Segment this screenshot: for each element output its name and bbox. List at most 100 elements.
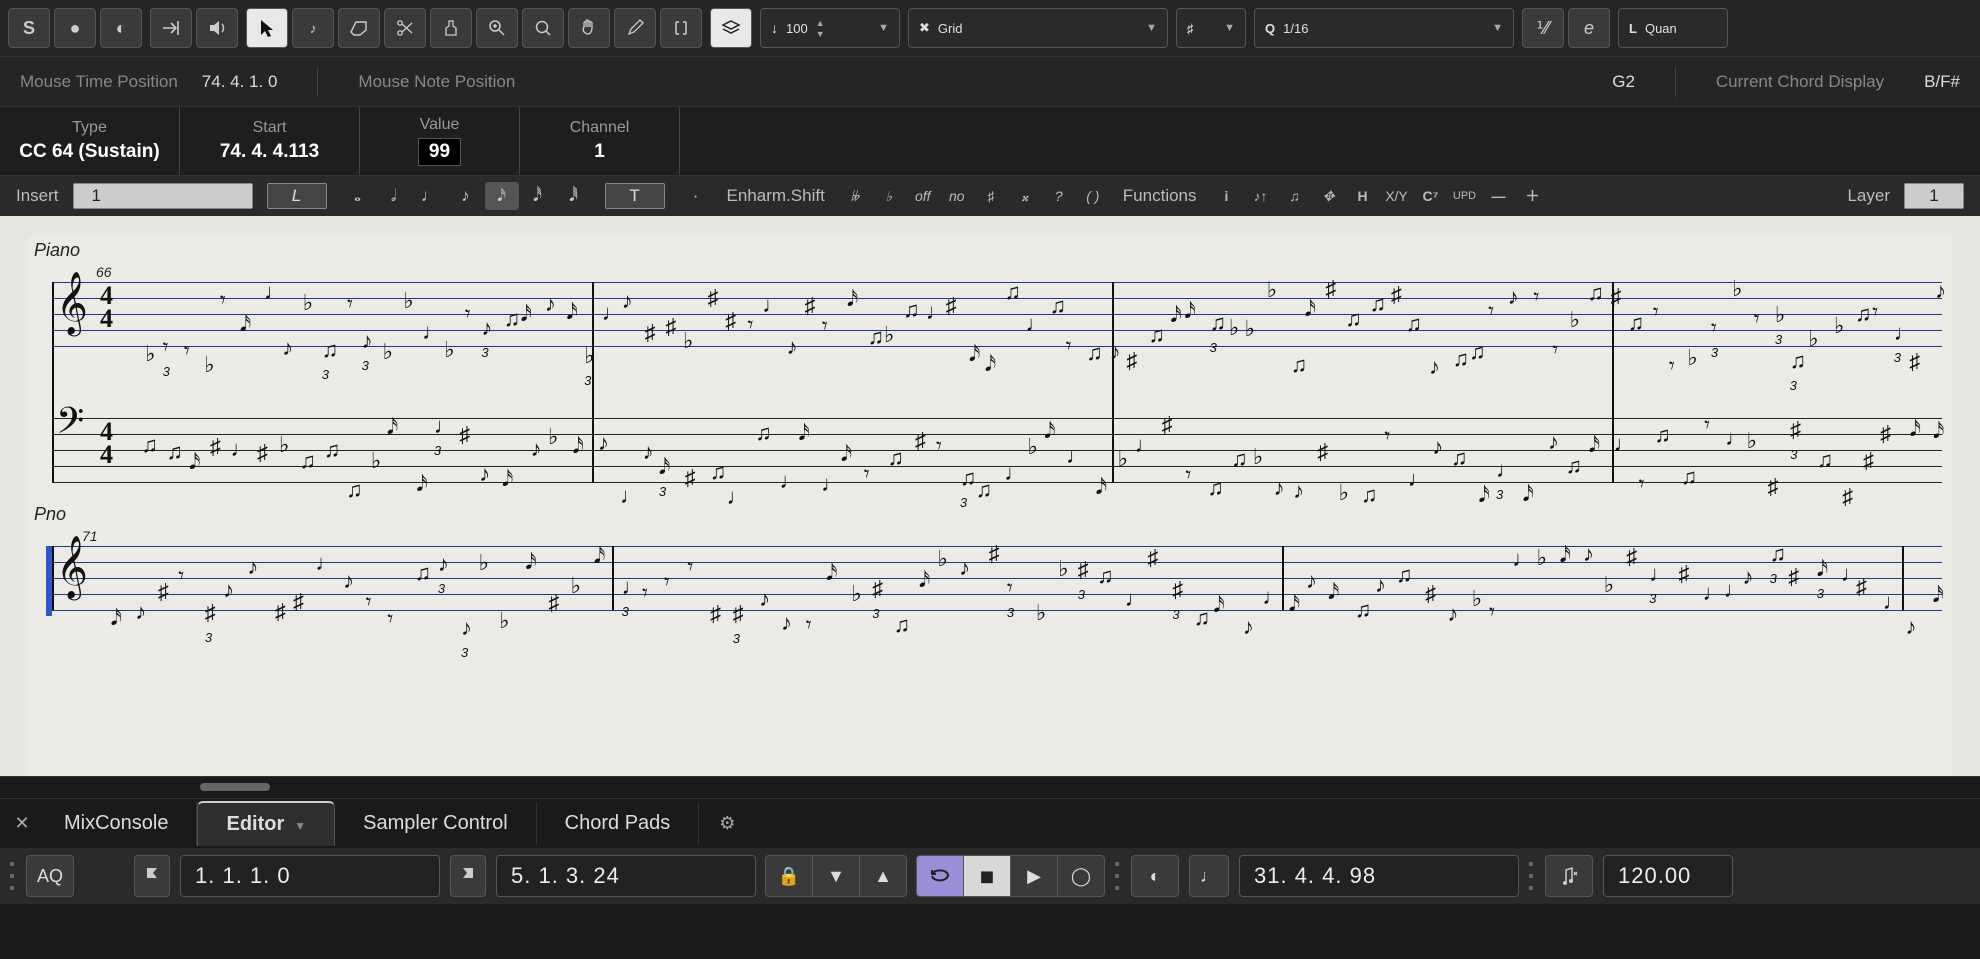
insert-velocity[interactable]: ↓ 100 ▲▼ ▼	[760, 8, 900, 48]
note-glyph[interactable]: ♫	[141, 432, 158, 458]
note-glyph[interactable]: ♩	[622, 574, 644, 600]
note-glyph[interactable]: 𝄾	[1754, 306, 1760, 332]
note-glyph[interactable]: ♫	[1361, 482, 1378, 508]
note-glyph[interactable]: ♯	[946, 293, 957, 319]
auto-scroll-button[interactable]	[150, 8, 192, 48]
note-glyph[interactable]: 𝄾	[642, 580, 648, 606]
note-glyph[interactable]: 𝅘𝅥𝅯	[1305, 296, 1316, 322]
note-glyph[interactable]: ♪	[622, 288, 633, 314]
note-glyph[interactable]: 𝅘𝅥𝅯	[572, 433, 583, 459]
note-glyph[interactable]: ♩	[1894, 320, 1916, 346]
note-glyph[interactable]: ♯	[915, 428, 926, 454]
note-glyph[interactable]: ♯	[710, 601, 721, 627]
note-glyph[interactable]: ♩	[779, 468, 801, 494]
note-glyph[interactable]: ♭	[1570, 307, 1580, 333]
note-glyph[interactable]: ♭	[1245, 316, 1255, 342]
note-glyph[interactable]: ♫	[1406, 311, 1423, 337]
stop-button[interactable]: ◼	[963, 855, 1011, 897]
note-glyph[interactable]: ♫	[299, 448, 316, 474]
note-glyph[interactable]: 𝄾	[1066, 333, 1072, 359]
note-glyph[interactable]: ♫	[960, 465, 977, 491]
note-glyph[interactable]: ♭	[1537, 545, 1547, 571]
note-glyph[interactable]: ♯	[1790, 417, 1801, 443]
note-glyph[interactable]: ♫	[1086, 340, 1103, 366]
tab-mixconsole[interactable]: MixConsole	[36, 802, 197, 845]
note-glyph[interactable]: ♩	[315, 550, 337, 576]
play-button[interactable]: ▶	[1010, 855, 1058, 897]
note-glyph[interactable]: ♭	[1267, 277, 1277, 303]
note-glyph[interactable]: ♭	[499, 608, 509, 634]
note-glyph[interactable]: ♭	[1732, 276, 1742, 302]
note-glyph[interactable]: 𝄾	[347, 291, 353, 317]
note-glyph[interactable]: ♯	[1391, 282, 1402, 308]
note-glyph[interactable]: 𝅘𝅥𝅯	[826, 560, 837, 586]
note-glyph[interactable]: ♯	[872, 576, 883, 602]
note-glyph[interactable]: ♩	[1408, 466, 1430, 492]
quantize-preset[interactable]: Q 1/16 ▼	[1254, 8, 1514, 48]
note-glyph[interactable]: ♫	[1790, 348, 1807, 374]
note-glyph[interactable]: ♪	[1110, 339, 1121, 365]
note-glyph[interactable]: 𝄾	[178, 563, 184, 589]
note-glyph[interactable]: ♫	[1654, 422, 1671, 448]
note-glyph[interactable]: ♪	[479, 461, 490, 487]
note-glyph[interactable]: ♫	[1817, 447, 1834, 473]
note-glyph[interactable]: ♫	[1231, 446, 1248, 472]
note-glyph[interactable]: ♯	[1768, 474, 1779, 500]
note-glyph[interactable]: ♪	[1583, 541, 1594, 567]
note-glyph[interactable]: 𝅘𝅥𝅯	[919, 567, 930, 593]
layer-toggle[interactable]	[710, 8, 752, 48]
tuplet-button[interactable]: T	[605, 183, 665, 209]
note-glyph[interactable]: ♯	[645, 320, 656, 346]
note-glyph[interactable]: ♫	[167, 439, 184, 465]
note-glyph[interactable]: 𝄾	[387, 606, 393, 632]
note-glyph[interactable]: ♭	[303, 290, 313, 316]
eighth-note[interactable]: ♪	[449, 182, 483, 210]
fn-hide[interactable]: H	[1347, 183, 1379, 209]
note-glyph[interactable]: ♭	[279, 432, 289, 458]
note-glyph[interactable]: 𝅘𝅥𝅯	[189, 449, 200, 475]
note-glyph[interactable]: 𝄾	[1653, 299, 1659, 325]
fn-upd[interactable]: UPD	[1449, 183, 1481, 209]
note-glyph[interactable]: ♪	[598, 430, 609, 456]
channel-value[interactable]: 1	[534, 141, 665, 163]
fn-group-icon[interactable]: ♫	[1279, 183, 1311, 209]
tab-chord-pads[interactable]: Chord Pads	[537, 802, 700, 845]
note-glyph[interactable]: ♪	[438, 551, 449, 577]
record-button[interactable]: ●	[54, 8, 96, 48]
note-glyph[interactable]: ♯	[1325, 276, 1336, 302]
note-glyph[interactable]: ♪	[1293, 478, 1304, 504]
note-glyph[interactable]: ♩	[1703, 580, 1725, 606]
note-glyph[interactable]: ♪	[759, 586, 770, 612]
acoustic-feedback-button[interactable]	[196, 8, 238, 48]
note-glyph[interactable]: ♪	[481, 315, 492, 341]
note-glyph[interactable]: ♫	[1370, 291, 1387, 317]
note-glyph[interactable]: ♪	[545, 291, 556, 317]
iterative-quantize-button[interactable]: ⅟⁄	[1522, 8, 1564, 48]
retrospective-button[interactable]: ◐	[1131, 855, 1179, 897]
insert-voice[interactable]: 1	[73, 183, 253, 209]
layer-value[interactable]: 1	[1904, 183, 1964, 209]
note-glyph[interactable]: ♯	[708, 285, 719, 311]
erase-tool[interactable]	[338, 8, 380, 48]
note-glyph[interactable]: 𝄾	[220, 287, 226, 313]
half-note[interactable]: 𝅗𝅥	[377, 182, 411, 210]
insert-note-tool[interactable]: ♪	[292, 8, 334, 48]
note-glyph[interactable]: ♩	[1883, 589, 1905, 615]
note-glyph[interactable]: 𝅘𝅥𝅯	[1523, 481, 1534, 507]
note-glyph[interactable]: ♩	[434, 413, 456, 439]
enh-off[interactable]: off	[907, 183, 939, 209]
note-glyph[interactable]: 𝅘𝅥𝅯	[387, 414, 398, 440]
note-glyph[interactable]: ♯	[805, 293, 816, 319]
note-glyph[interactable]: 𝄾	[822, 313, 828, 339]
note-glyph[interactable]: 𝄾	[1007, 575, 1013, 601]
note-glyph[interactable]: ♪	[247, 554, 258, 580]
note-glyph[interactable]: 𝄾	[1704, 412, 1710, 438]
enh-no[interactable]: no	[941, 183, 973, 209]
note-glyph[interactable]: ♩	[620, 483, 642, 509]
note-glyph[interactable]: ♫	[1469, 339, 1486, 365]
note-glyph[interactable]: 𝄾	[1669, 353, 1675, 379]
note-glyph[interactable]: 𝅘𝅥𝅯	[502, 466, 513, 492]
note-glyph[interactable]: ♩	[727, 484, 749, 510]
note-glyph[interactable]: 𝅘𝅥𝅯	[1184, 298, 1195, 324]
thirtysecond-note[interactable]: 𝅘𝅥𝅰	[521, 182, 555, 210]
